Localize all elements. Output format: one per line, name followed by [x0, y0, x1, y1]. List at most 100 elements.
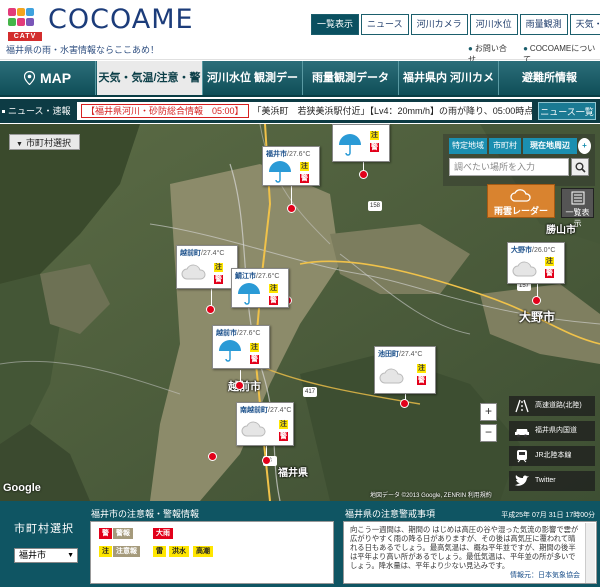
popup-ono[interactable]: 大野市/26.0°C 注 警: [507, 242, 565, 284]
top-nav-list[interactable]: 一覧表示: [311, 14, 360, 35]
legend-label: Twitter: [535, 477, 556, 484]
scrollbar[interactable]: [585, 523, 595, 583]
header: CATV COCOAME 福井県の雨・水害情報ならここあめ！ 一覧表示 ニュース…: [0, 0, 600, 64]
plus-icon[interactable]: +: [578, 138, 591, 154]
popup-echizencho[interactable]: 越前町/27.4°C 注 警: [176, 245, 238, 289]
prefecture-panel-date: 平成25年 07月 31日 17時00分: [501, 512, 595, 519]
popup-sabae[interactable]: 鯖江市/27.6°C 注 警: [231, 268, 289, 308]
area-select[interactable]: ▼ 市町村選択: [9, 134, 80, 150]
search-icon: [575, 162, 586, 173]
map-copyright: 地図データ ©2013 Google, ZENRIN 利用規約: [370, 493, 492, 499]
zoom-out-button[interactable]: −: [480, 424, 497, 442]
station-marker[interactable]: [208, 452, 217, 461]
route-marker: 158: [368, 201, 382, 211]
prefecture-text-box[interactable]: 向こう一週間は、期間の はじめは高圧の谷や湿った気流の影響で雲が広がりやすく雨の…: [343, 521, 597, 584]
ticker-box[interactable]: 【福井県河川・砂防総合情報 05:00】 「美浜町 若狭美浜駅付近」【Lv4：20…: [77, 102, 532, 120]
radar-button-label: 雨雲レーダー: [493, 206, 548, 216]
about-icon: ●: [523, 44, 528, 53]
city-panel: 市町村選択 福井市 ▼: [8, 514, 80, 574]
warning-heavy-rain: 大雨: [153, 528, 173, 539]
map-view[interactable]: ▼ 市町村選択 特定地域 市町村 現在地周辺 + 調べたい場所を入力 雨雲レーダー…: [0, 124, 600, 501]
tab-weather-warning[interactable]: 天気・気温/注意・警報: [97, 61, 203, 118]
city-select[interactable]: 福井市 ▼: [14, 548, 78, 563]
badge-warning: 警: [417, 376, 426, 385]
popup-pointer: [211, 288, 212, 306]
popup-ikeda[interactable]: 池田町/27.4°C 注 警: [374, 346, 436, 394]
warning-panel: 福井市の注意報・警報情報 警 警報 大雨 注 注意報 雷 洪水 高潮: [88, 501, 335, 587]
btn-nearby[interactable]: 現在地周辺: [523, 138, 577, 154]
prefecture-panel: 福井県の注意警戒事項 平成25年 07月 31日 17時00分 向こう一週間は、…: [343, 501, 597, 587]
advisory-storm-surge: 高潮: [193, 546, 213, 557]
legend-expressway[interactable]: 高速道路(北陸): [509, 396, 595, 416]
top-nav-news[interactable]: ニュース: [361, 14, 409, 35]
advisory-type: 注意報: [113, 546, 140, 557]
btn-city[interactable]: 市町村: [489, 138, 521, 154]
prefecture-source[interactable]: 情報元：日本気象協会: [510, 571, 580, 580]
chevron-down-icon: ▼: [67, 552, 74, 559]
highway-icon: [515, 399, 529, 413]
list-view-button[interactable]: 一覧表示: [561, 188, 594, 228]
popup-unnamed[interactable]: 注 警: [332, 124, 390, 162]
cloud-icon: [510, 189, 531, 202]
station-marker[interactable]: [235, 381, 244, 390]
station-marker[interactable]: [400, 399, 409, 408]
route-marker: 417: [303, 387, 317, 397]
badge-advisory: 注: [417, 364, 426, 373]
tab-river-camera[interactable]: 福井県内 河川カメラ: [399, 61, 499, 118]
tab-river-level[interactable]: 河川水位 観測データ: [203, 61, 303, 118]
umbrella-icon: [219, 340, 241, 362]
legend-twitter[interactable]: Twitter: [509, 471, 595, 491]
badge-warning: 警: [214, 275, 223, 284]
station-marker[interactable]: [359, 170, 368, 179]
btn-specific-area[interactable]: 特定地域: [449, 138, 487, 154]
badge-advisory: 注: [279, 420, 288, 429]
train-icon: [517, 450, 527, 463]
badge-warning: 警: [269, 296, 278, 305]
map-toolbar: 特定地域 市町村 現在地周辺 + 調べたい場所を入力: [443, 134, 595, 186]
legend-jr[interactable]: JR北陸本線: [509, 446, 595, 466]
popup-name: 越前市/27.6°C: [216, 330, 261, 337]
station-marker[interactable]: [262, 456, 271, 465]
cloud-icon: [512, 261, 537, 277]
list-icon: [571, 191, 584, 205]
umbrella-icon: [238, 283, 260, 305]
popup-name: 池田町/27.4°C: [378, 351, 423, 358]
cloud-icon: [181, 264, 206, 280]
news-list-button[interactable]: ニュース一覧: [538, 102, 596, 120]
label-echizen: 越前市: [228, 381, 261, 393]
search-button[interactable]: [571, 158, 589, 176]
tagline: 福井県の雨・水害情報ならここあめ！: [6, 45, 160, 55]
top-nav: 一覧表示 ニュース 河川カメラ 河川水位 雨量観測 天気・気温/注意・警報: [309, 14, 600, 35]
tab-shelter[interactable]: 避難所情報: [499, 61, 600, 95]
station-marker[interactable]: [206, 305, 215, 314]
top-nav-river-level[interactable]: 河川水位: [469, 14, 518, 35]
radar-button[interactable]: 雨雲レーダー: [487, 184, 555, 218]
umbrella-icon: [339, 134, 361, 156]
legend-national-road[interactable]: 福井県内国道: [509, 421, 595, 441]
logo-badge: CATV: [8, 32, 42, 41]
top-nav-rain[interactable]: 雨量観測: [519, 14, 568, 35]
tab-rain-data[interactable]: 雨量観測データ: [303, 61, 399, 95]
news-ticker: ニュース・速報 【福井県河川・砂防総合情報 05:00】 「美浜町 若狭美浜駅付近…: [0, 99, 600, 123]
popup-echizen[interactable]: 越前市/27.6°C 注 警: [212, 325, 270, 369]
station-marker[interactable]: [532, 296, 541, 305]
top-nav-weather[interactable]: 天気・気温/注意・警報: [569, 14, 600, 35]
station-marker[interactable]: [287, 204, 296, 213]
badge-advisory: 注: [269, 284, 278, 293]
search-input[interactable]: 調べたい場所を入力: [449, 158, 569, 176]
advisory-mark: 注: [99, 546, 112, 557]
brand-logo[interactable]: COCOAME: [48, 4, 194, 35]
car-icon: [515, 429, 529, 438]
popup-fukui[interactable]: 福井市/27.6°C 注 警: [262, 146, 320, 186]
badge-advisory: 注: [370, 131, 379, 140]
city-panel-title: 市町村選択: [14, 523, 74, 535]
top-nav-river-camera[interactable]: 河川カメラ: [410, 14, 468, 35]
warning-mark: 警: [99, 528, 112, 539]
popup-minamiechizen[interactable]: 南越前町/27.4°C 注 警: [236, 402, 294, 446]
map-pin-icon: [23, 71, 35, 85]
badge-warning: 警: [545, 269, 554, 278]
map-tab[interactable]: MAP: [0, 61, 96, 95]
popup-name: 南越前町/27.4°C: [240, 407, 292, 414]
warning-panel-title: 福井市の注意報・警報情報: [91, 509, 200, 519]
zoom-in-button[interactable]: +: [480, 403, 497, 421]
